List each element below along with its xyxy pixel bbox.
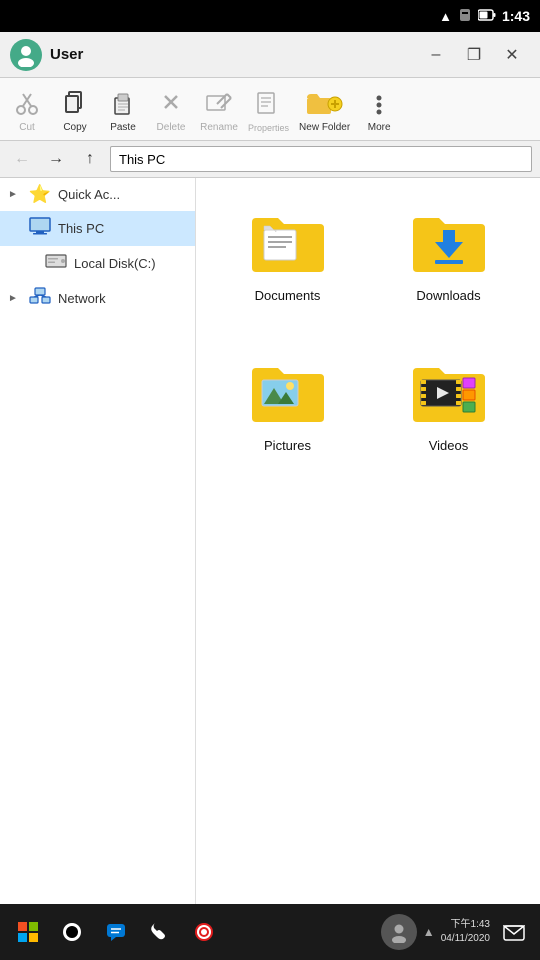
- folder-videos[interactable]: Videos: [373, 344, 524, 484]
- sidebar-label-this-pc: This PC: [58, 221, 104, 236]
- copy-icon: [63, 88, 87, 120]
- address-input[interactable]: [110, 146, 532, 172]
- documents-icon: [248, 202, 328, 282]
- rename-label: Rename: [200, 122, 238, 134]
- this-pc-icon: [28, 217, 52, 240]
- folder-pictures[interactable]: Pictures: [212, 344, 363, 484]
- main-area: ► ⭐ Quick Ac... This PC: [0, 178, 540, 904]
- copy-label: Copy: [63, 122, 86, 134]
- paste-button[interactable]: Paste: [100, 84, 146, 136]
- network-icon: [28, 287, 52, 310]
- battery-icon: [478, 8, 496, 25]
- taskbar-phone-app[interactable]: [140, 912, 180, 952]
- folder-documents[interactable]: Documents: [212, 194, 363, 334]
- forward-button[interactable]: →: [42, 145, 70, 173]
- downloads-icon: [409, 202, 489, 282]
- taskbar: ▲ 下午1:43 04/11/2020: [0, 904, 540, 960]
- copy-button[interactable]: Copy: [52, 84, 98, 136]
- status-time: 1:43: [502, 8, 530, 24]
- taskbar-datetime: 下午1:43 04/11/2020: [441, 918, 490, 946]
- cut-button[interactable]: Cut: [4, 84, 50, 136]
- sidebar-label-local-disk: Local Disk(C:): [74, 256, 156, 271]
- documents-label: Documents: [255, 288, 321, 303]
- paste-label: Paste: [110, 122, 136, 134]
- sidebar: ► ⭐ Quick Ac... This PC: [0, 178, 196, 904]
- window-controls: – ❐ ✕: [418, 40, 530, 70]
- sidebar-item-network[interactable]: ► Network: [0, 281, 195, 316]
- wifi-icon: ▲: [439, 9, 452, 24]
- delete-button[interactable]: Delete: [148, 84, 194, 136]
- restore-button[interactable]: ❐: [456, 40, 492, 70]
- more-button[interactable]: More: [356, 84, 402, 136]
- downloads-label: Downloads: [416, 288, 480, 303]
- chevron-right-icon: ►: [8, 189, 22, 200]
- rename-icon: [205, 88, 233, 120]
- start-button[interactable]: [8, 912, 48, 952]
- back-button[interactable]: ←: [8, 145, 36, 173]
- new-folder-label: New Folder: [299, 122, 350, 134]
- videos-label: Videos: [429, 438, 469, 453]
- status-bar: ▲ 1:43: [0, 0, 540, 32]
- avatar: [10, 39, 42, 71]
- chevron-right-network-icon: ►: [8, 293, 22, 304]
- up-button[interactable]: ↑: [76, 145, 104, 173]
- taskbar-chevron-icon: ▲: [423, 925, 435, 939]
- properties-icon: [256, 89, 282, 121]
- sidebar-label-quick-access: Quick Ac...: [58, 187, 120, 202]
- taskbar-circle-app[interactable]: [52, 912, 92, 952]
- videos-icon: [409, 352, 489, 432]
- title-bar: User – ❐ ✕: [0, 32, 540, 78]
- minimize-button[interactable]: –: [418, 40, 454, 70]
- more-label: More: [368, 122, 391, 134]
- properties-label: Properties: [248, 123, 289, 134]
- sidebar-item-quick-access[interactable]: ► ⭐ Quick Ac...: [0, 178, 195, 211]
- delete-label: Delete: [157, 122, 186, 134]
- taskbar-right: ▲ 下午1:43 04/11/2020: [381, 914, 532, 950]
- taskbar-notification-icon[interactable]: [496, 914, 532, 950]
- pictures-label: Pictures: [264, 438, 311, 453]
- sidebar-label-network: Network: [58, 291, 106, 306]
- taskbar-chat-app[interactable]: [96, 912, 136, 952]
- new-folder-icon: [307, 88, 343, 120]
- new-folder-button[interactable]: New Folder: [295, 84, 354, 136]
- sim-icon: [458, 8, 472, 25]
- address-row: ← → ↑: [0, 141, 540, 178]
- ribbon: Cut Copy Paste: [0, 78, 540, 141]
- quick-access-icon: ⭐: [28, 184, 52, 205]
- taskbar-browser-app[interactable]: [184, 912, 224, 952]
- taskbar-user-icon[interactable]: [381, 914, 417, 950]
- window-title: User: [50, 46, 418, 63]
- cut-icon: [15, 88, 39, 120]
- local-disk-icon: [44, 252, 68, 275]
- pictures-icon: [248, 352, 328, 432]
- sidebar-item-this-pc[interactable]: This PC: [0, 211, 195, 246]
- more-icon: [371, 88, 387, 120]
- close-button[interactable]: ✕: [494, 40, 530, 70]
- cut-label: Cut: [19, 122, 35, 134]
- delete-icon: [159, 88, 183, 120]
- sidebar-item-local-disk[interactable]: Local Disk(C:): [0, 246, 195, 281]
- file-view: Documents Downloads: [196, 178, 540, 904]
- rename-button[interactable]: Rename: [196, 84, 242, 136]
- folder-downloads[interactable]: Downloads: [373, 194, 524, 334]
- paste-icon: [111, 88, 135, 120]
- properties-button[interactable]: Properties: [244, 85, 293, 136]
